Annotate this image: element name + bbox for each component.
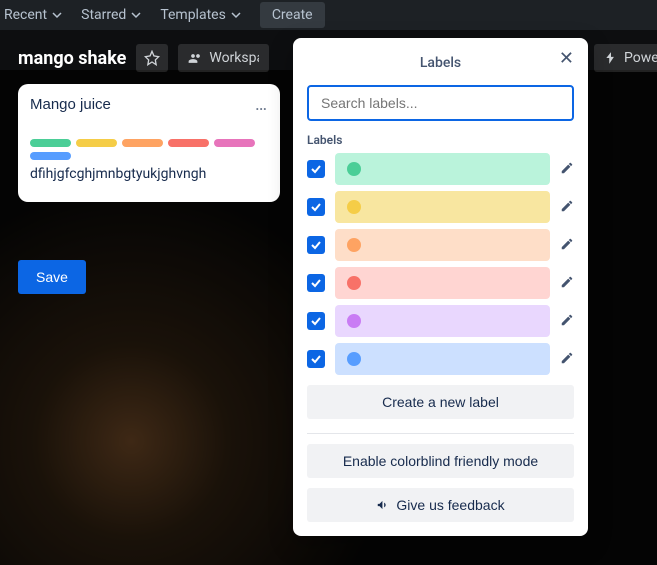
chevron-down-icon [230, 9, 242, 21]
feedback-button[interactable]: Give us feedback [307, 488, 574, 522]
pencil-icon [560, 237, 574, 251]
label-color-bar[interactable] [335, 343, 550, 375]
check-icon [310, 277, 322, 289]
edit-label-button[interactable] [560, 274, 574, 293]
nav-starred[interactable]: Starred [81, 7, 142, 23]
label-color-dot [347, 314, 361, 328]
label-row [307, 153, 574, 185]
label-color-bar[interactable] [335, 267, 550, 299]
label-checkbox[interactable] [307, 312, 325, 330]
create-label-text: Create a new label [382, 394, 499, 410]
label-pill[interactable] [30, 139, 71, 147]
powerups-button[interactable]: Power-Ups [594, 44, 657, 72]
label-checkbox[interactable] [307, 350, 325, 368]
edit-label-button[interactable] [560, 236, 574, 255]
people-icon [188, 51, 203, 66]
pencil-icon [560, 275, 574, 289]
feedback-text: Give us feedback [396, 497, 504, 513]
close-icon[interactable]: ✕ [559, 50, 574, 68]
label-color-dot [347, 162, 361, 176]
create-label-button[interactable]: Create a new label [307, 385, 574, 419]
label-row [307, 305, 574, 337]
megaphone-icon [376, 498, 390, 512]
pencil-icon [560, 199, 574, 213]
chevron-down-icon [130, 9, 142, 21]
edit-label-button[interactable] [560, 312, 574, 331]
popover-title: Labels [420, 55, 461, 71]
nav-recent[interactable]: Recent [4, 7, 63, 23]
label-color-dot [347, 352, 361, 366]
card-menu-button[interactable]: … [255, 94, 268, 115]
label-pill[interactable] [122, 139, 163, 147]
label-pill[interactable] [168, 139, 209, 147]
nav-starred-label: Starred [81, 7, 126, 23]
top-nav: Recent Starred Templates Create [0, 0, 657, 30]
labels-section-heading: Labels [307, 133, 574, 147]
edit-label-button[interactable] [560, 198, 574, 217]
card-composer: … dfihjgfcghjmnbgtyukjghvngh [18, 84, 280, 202]
create-button[interactable]: Create [260, 2, 325, 28]
star-button[interactable] [136, 44, 168, 72]
workspace-label: Workspace visible [209, 50, 259, 66]
labels-popover: Labels ✕ Labels Create a new label Enabl… [293, 38, 588, 536]
label-color-bar[interactable] [335, 305, 550, 337]
divider [307, 433, 574, 434]
label-checkbox[interactable] [307, 274, 325, 292]
label-row [307, 191, 574, 223]
label-color-dot [347, 238, 361, 252]
colorblind-mode-button[interactable]: Enable colorblind friendly mode [307, 444, 574, 478]
label-checkbox[interactable] [307, 160, 325, 178]
pencil-icon [560, 351, 574, 365]
card-description: dfihjgfcghjmnbgtyukjghvngh [30, 166, 268, 182]
board-title[interactable]: mango shake [18, 48, 126, 69]
label-checkbox[interactable] [307, 198, 325, 216]
check-icon [310, 163, 322, 175]
save-label: Save [36, 269, 68, 285]
label-color-bar[interactable] [335, 191, 550, 223]
label-row [307, 343, 574, 375]
nav-recent-label: Recent [4, 7, 47, 23]
star-icon [144, 50, 160, 66]
label-pill[interactable] [76, 139, 117, 147]
save-button[interactable]: Save [18, 260, 86, 294]
check-icon [310, 315, 322, 327]
pencil-icon [560, 313, 574, 327]
check-icon [310, 353, 322, 365]
create-label: Create [272, 7, 313, 23]
colorblind-text: Enable colorblind friendly mode [343, 453, 538, 469]
edit-label-button[interactable] [560, 160, 574, 179]
label-pill[interactable] [30, 152, 71, 160]
check-icon [310, 239, 322, 251]
chevron-down-icon [51, 9, 63, 21]
label-row [307, 229, 574, 261]
check-icon [310, 201, 322, 213]
workspace-visible-button[interactable]: Workspace visible [178, 44, 269, 72]
card-title-input[interactable] [30, 96, 230, 113]
powerups-label: Power-Ups [624, 50, 657, 66]
nav-templates[interactable]: Templates [160, 7, 242, 23]
pencil-icon [560, 161, 574, 175]
label-checkbox[interactable] [307, 236, 325, 254]
rocket-icon [604, 51, 618, 65]
search-labels-input[interactable] [307, 85, 574, 121]
label-color-bar[interactable] [335, 229, 550, 261]
label-color-dot [347, 276, 361, 290]
label-row [307, 267, 574, 299]
nav-templates-label: Templates [160, 7, 226, 23]
label-pill[interactable] [214, 139, 255, 147]
edit-label-button[interactable] [560, 350, 574, 369]
label-color-bar[interactable] [335, 153, 550, 185]
label-color-dot [347, 200, 361, 214]
card-label-pills [30, 139, 268, 160]
